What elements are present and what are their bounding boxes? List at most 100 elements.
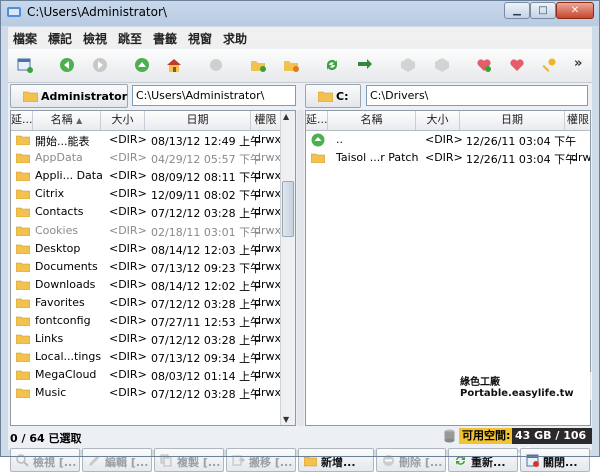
right-path-input[interactable]: C:\Drivers\ — [366, 85, 588, 106]
col-date[interactable]: 日期 — [460, 111, 565, 130]
scroll-up-icon[interactable]: ▲ — [283, 112, 289, 121]
bookmarks-icon[interactable] — [509, 57, 525, 73]
close-panel-button[interactable]: 關閉... — [520, 448, 590, 472]
refresh-button[interactable]: 重新... — [448, 448, 518, 472]
toolbar-overflow-icon[interactable]: » — [574, 56, 582, 71]
menu-bookmarks[interactable]: 書籤 — [153, 30, 177, 47]
client-area: 檔案 標記 檢視 跳至 書籤 視窗 求助 » Administrator C:\… — [8, 27, 592, 472]
col-perm[interactable]: 權限 — [251, 111, 281, 130]
file-row[interactable]: Links <DIR> 07/12/12 03:28 上午 drwx — [11, 330, 295, 348]
back-icon[interactable] — [59, 57, 75, 73]
file-name: 開始...能表 — [35, 135, 90, 148]
move-button[interactable]: 搬移 [... — [226, 448, 296, 472]
file-size: <DIR> — [109, 386, 147, 400]
col-date[interactable]: 日期 — [145, 111, 251, 130]
left-scroll-thumb[interactable] — [282, 181, 294, 237]
key-icon[interactable] — [541, 57, 557, 73]
home-icon[interactable] — [166, 57, 182, 73]
folder-icon — [16, 389, 30, 399]
file-row[interactable]: Music <DIR> 07/12/12 03:28 上午 drwx — [11, 384, 295, 402]
file-date: 02/18/11 03:01 下午 — [151, 225, 262, 239]
folder-action-icon[interactable] — [283, 57, 299, 73]
stop-icon[interactable] — [208, 57, 224, 73]
col-name[interactable]: 名稱 ▲ — [33, 111, 101, 130]
add-bookmark-icon[interactable] — [476, 57, 492, 73]
file-perm: drwx — [254, 169, 282, 183]
file-perm: drwx — [254, 187, 282, 201]
folder-icon — [16, 334, 30, 345]
col-size[interactable]: 大小 — [416, 111, 460, 130]
delete-label: 刪除 [... — [399, 456, 443, 469]
scroll-down-icon[interactable]: ▼ — [283, 415, 289, 424]
copy-button[interactable]: 複製 [... — [154, 448, 224, 472]
file-row[interactable]: Documents <DIR> 07/13/12 09:23 下午 drwx — [11, 258, 295, 276]
title-bar[interactable]: C:\Users\Administrator\ ▁ □ ✕ — [0, 0, 600, 26]
right-drive-button[interactable]: C: — [305, 84, 361, 108]
edit-button[interactable]: 編輯 [... — [82, 448, 152, 472]
file-perm: drwx — [571, 151, 591, 165]
file-row[interactable]: MegaCloud <DIR> 08/03/12 01:14 上午 drwx — [11, 366, 295, 384]
file-row[interactable]: AppData <DIR> 04/29/12 05:57 下午 drwx — [11, 149, 295, 167]
file-row[interactable]: Favorites <DIR> 07/12/12 03:28 上午 drwx — [11, 294, 295, 312]
view-button[interactable]: 檢視 [... — [10, 448, 80, 472]
file-date: 07/13/12 09:23 下午 — [151, 261, 262, 275]
file-row[interactable]: Citrix <DIR> 12/09/11 08:02 下午 drwx — [11, 185, 295, 203]
menu-view[interactable]: 檢視 — [83, 30, 107, 47]
menu-goto[interactable]: 跳至 — [118, 30, 142, 47]
file-row[interactable]: Cookies <DIR> 02/18/11 03:01 下午 drwx — [11, 222, 295, 240]
file-perm: drwx — [254, 223, 282, 237]
file-name: fontconfig — [35, 314, 91, 327]
delete-button[interactable]: 刪除 [... — [376, 448, 446, 472]
file-name: Local...tings — [35, 350, 102, 364]
maximize-button[interactable]: □ — [530, 2, 556, 19]
file-row[interactable]: Desktop <DIR> 08/14/12 12:03 上午 drwx — [11, 240, 295, 258]
menu-window[interactable]: 視窗 — [188, 30, 212, 47]
file-date: 07/12/12 03:28 上午 — [151, 297, 262, 311]
file-row[interactable]: .. <DIR> 12/26/11 03:04 下午 — [306, 131, 590, 149]
file-row[interactable]: Taisol ...r Patch <DIR> 12/26/11 03:04 下午 d… — [306, 149, 590, 167]
folder-icon — [16, 316, 30, 326]
refresh-icon[interactable] — [324, 57, 340, 73]
new-window-icon[interactable] — [17, 57, 33, 73]
col-perm[interactable]: 權限 — [565, 111, 590, 130]
close-window-icon — [526, 454, 539, 467]
menu-mark[interactable]: 標記 — [48, 30, 72, 47]
panel-splitter[interactable] — [297, 110, 304, 426]
left-drive-button[interactable]: Administrator — [10, 84, 128, 108]
minimize-button[interactable]: ▁ — [504, 2, 530, 19]
col-ext[interactable]: 延... — [306, 111, 328, 130]
file-row[interactable]: Downloads <DIR> 08/14/12 12:02 上午 drwx — [11, 276, 295, 294]
right-path-bar: C: C:\Drivers\ — [305, 84, 592, 108]
swap-panels-icon[interactable] — [357, 57, 373, 73]
file-perm: drwx — [254, 368, 282, 382]
forward-icon[interactable] — [92, 57, 108, 73]
file-row[interactable]: fontconfig <DIR> 07/27/11 12:53 上午 drwx — [11, 312, 295, 330]
menu-help[interactable]: 求助 — [223, 30, 247, 47]
new-folder-icon[interactable] — [250, 57, 266, 73]
disabled-tool-icon[interactable] — [400, 57, 416, 73]
up-icon[interactable] — [134, 57, 150, 73]
free-space-value: 43 GB / 106 GB — [512, 428, 592, 458]
left-path-input[interactable]: C:\Users\Administrator\ — [132, 85, 296, 106]
menu-file[interactable]: 檔案 — [13, 30, 37, 47]
left-file-panel[interactable]: 延... 名稱 ▲ 大小 日期 權限 開始...能表 <DIR> 08/13/12 … — [10, 110, 296, 426]
file-date: 07/12/12 03:28 上午 — [151, 334, 262, 348]
col-size[interactable]: 大小 — [101, 111, 145, 130]
file-row[interactable]: Contacts <DIR> 07/12/12 03:28 上午 drwx — [11, 203, 295, 221]
file-date: 08/14/12 12:03 上午 — [151, 243, 262, 257]
folder-icon — [304, 456, 317, 467]
file-row[interactable]: 開始...能表 <DIR> 08/13/12 12:49 上午 drwx — [11, 131, 295, 149]
folder-icon — [318, 91, 333, 102]
col-name[interactable]: 名稱 — [328, 111, 416, 130]
disabled-tool-2-icon[interactable] — [434, 57, 450, 73]
file-name: Taisol ...r Patch — [336, 151, 419, 165]
file-perm: drwx — [254, 332, 282, 346]
col-ext[interactable]: 延... — [11, 111, 33, 130]
file-name: Cookies — [35, 223, 79, 237]
new-folder-button[interactable]: 新增... — [298, 448, 374, 472]
close-button[interactable]: ✕ — [556, 2, 594, 19]
file-row[interactable]: Appli... Data <DIR> 08/09/12 08:11 下午 drwx — [11, 167, 295, 185]
left-scrollbar[interactable]: ▲ ▼ — [280, 111, 295, 425]
file-row[interactable]: Local...tings <DIR> 07/13/12 09:34 上午 drwx — [11, 348, 295, 366]
file-name: Appli... Data — [35, 169, 103, 183]
